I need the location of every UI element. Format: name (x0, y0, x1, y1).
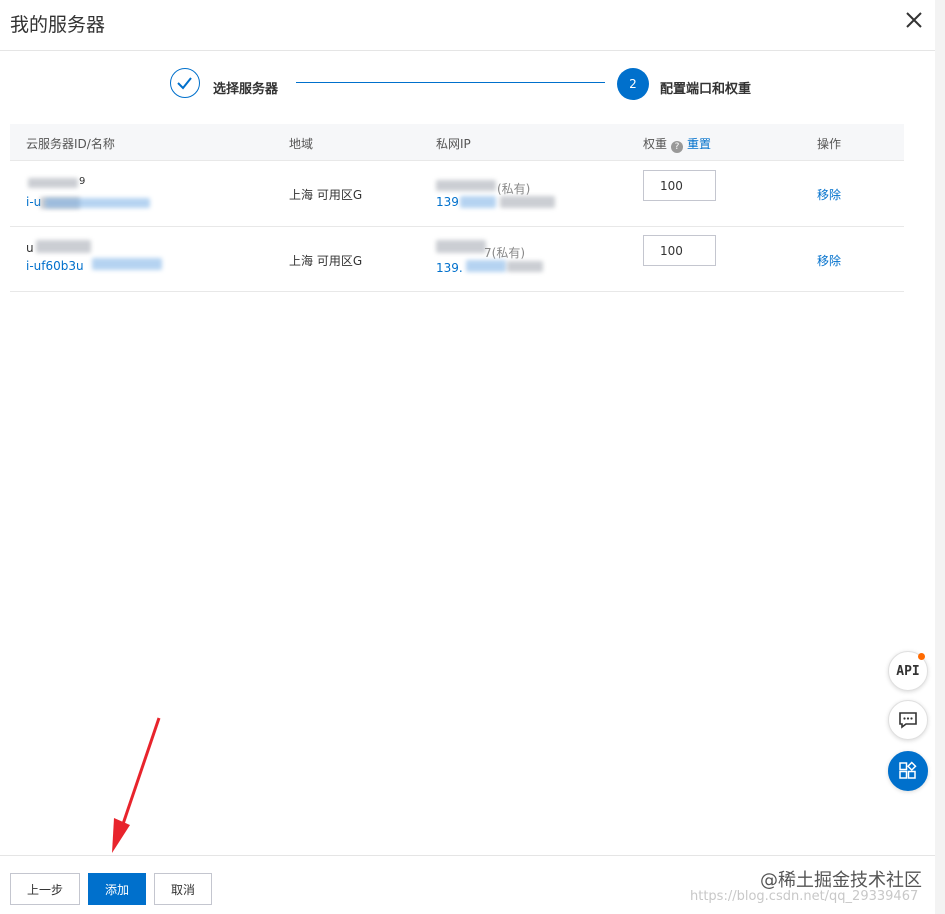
step-1-label: 选择服务器 (213, 82, 279, 97)
region-value: 上海 可用区G (289, 188, 363, 202)
chat-button[interactable] (888, 700, 928, 740)
redacted-name (36, 240, 91, 253)
previous-step-button[interactable]: 上一步 (10, 873, 80, 905)
column-header-weight: 权重? 重置 (643, 135, 711, 153)
ip-prefix: 139 (436, 195, 459, 209)
row-divider (10, 160, 904, 161)
server-name-partial: 9 (79, 176, 86, 187)
step-connector (296, 82, 605, 83)
help-icon[interactable]: ? (671, 141, 684, 153)
row-divider (10, 291, 904, 292)
server-id-link[interactable]: i-uf60b3u (26, 259, 84, 273)
redacted-ip (507, 261, 543, 272)
remove-link[interactable]: 移除 (817, 252, 841, 269)
ip-prefix: 139. (436, 261, 463, 275)
ip-suffix: (私有) (497, 182, 531, 196)
redacted-ip (436, 180, 496, 191)
step-1-indicator (170, 68, 200, 98)
redacted-ip (500, 196, 555, 208)
api-icon: API (896, 663, 920, 679)
watermark-brand: @稀土掘金技术社区 (760, 870, 922, 891)
chat-icon (899, 712, 917, 729)
column-header-actions: 操作 (817, 137, 842, 151)
redacted-ip (466, 260, 506, 272)
weight-label: 权重 (643, 137, 668, 151)
column-header-id-name: 云服务器ID/名称 (26, 137, 115, 151)
step-2-indicator: 2 (617, 68, 649, 100)
redacted-ip (436, 240, 486, 253)
remove-link[interactable]: 移除 (817, 186, 841, 203)
cancel-button[interactable]: 取消 (154, 873, 212, 905)
header-divider (0, 50, 935, 51)
server-name-partial: u (26, 241, 34, 255)
redacted-ip (460, 196, 496, 208)
ip-suffix: 7(私有) (484, 246, 525, 260)
redacted-id (92, 258, 162, 270)
apps-icon (899, 761, 917, 779)
column-header-region: 地域 (289, 137, 314, 151)
close-icon[interactable] (904, 10, 924, 30)
check-icon (177, 77, 192, 90)
region-value: 上海 可用区G (289, 254, 363, 268)
arrow-annotation (112, 717, 161, 853)
weight-reset-link[interactable]: 重置 (687, 137, 711, 151)
notification-dot (918, 653, 925, 660)
dialog-title: 我的服务器 (10, 14, 106, 36)
column-header-private-ip: 私网IP (436, 137, 471, 151)
add-button[interactable]: 添加 (88, 873, 146, 905)
redacted-name (28, 178, 78, 188)
step-2-label: 配置端口和权重 (660, 82, 752, 97)
row-divider (10, 226, 904, 227)
page-edge (935, 0, 945, 914)
server-id-link[interactable]: i-u (26, 195, 41, 209)
weight-input[interactable] (643, 235, 716, 266)
weight-input[interactable] (643, 170, 716, 201)
redacted-id (45, 198, 150, 208)
apps-button[interactable] (888, 751, 928, 791)
